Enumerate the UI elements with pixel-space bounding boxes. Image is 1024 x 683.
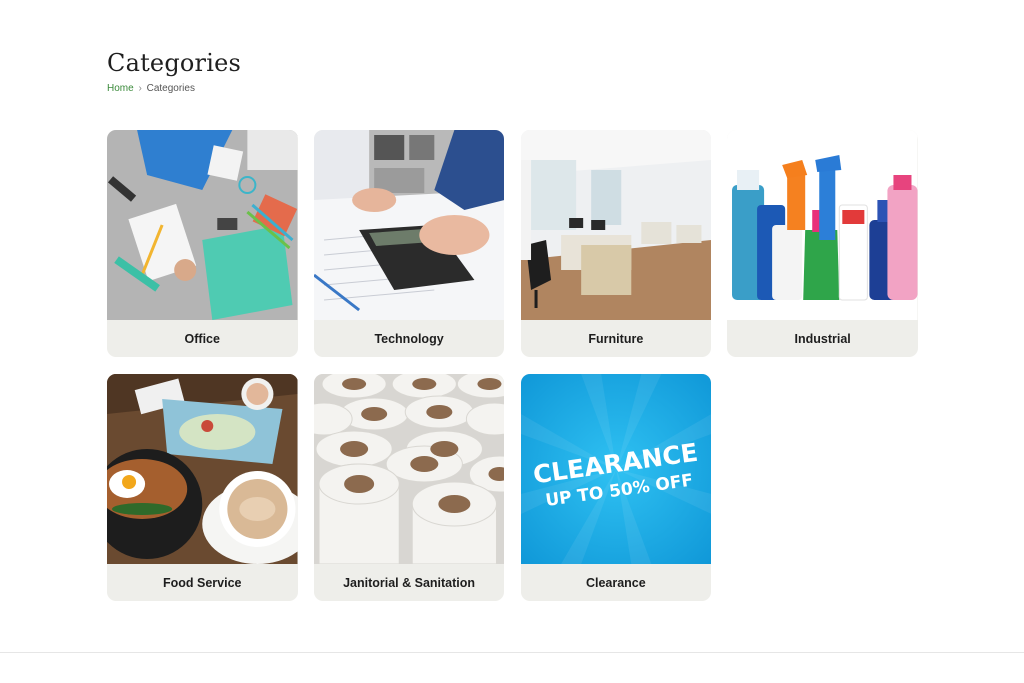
category-label: Furniture	[588, 331, 644, 346]
breadcrumb-current: Categories	[146, 83, 195, 94]
category-card-industrial[interactable]: Industrial	[727, 130, 918, 357]
category-label: Janitorial & Sanitation	[343, 575, 476, 590]
cleaning-bottles-image	[727, 130, 918, 320]
category-card-furniture[interactable]: Furniture	[520, 130, 712, 357]
breadcrumb: Home › Categories	[107, 83, 195, 94]
footer-divider	[0, 652, 1024, 653]
office-supplies-image	[107, 130, 298, 320]
paper-rolls-image	[313, 374, 505, 564]
calculator-desk-image	[313, 130, 505, 320]
category-label: Clearance	[585, 575, 646, 590]
clearance-banner-image: CLEARANCE UP TO 50% OFF	[520, 374, 712, 564]
category-label: Office	[184, 331, 220, 346]
category-card-office[interactable]: Office	[107, 130, 298, 357]
category-label: Food Service	[163, 575, 242, 590]
breadcrumb-home-link[interactable]: Home	[107, 83, 134, 94]
breadcrumb-separator: ›	[138, 83, 142, 94]
breakfast-table-image	[107, 374, 298, 564]
category-card-food-service[interactable]: Food Service	[107, 374, 298, 601]
category-label: Industrial	[794, 331, 851, 346]
category-card-janitorial-sanitation[interactable]: Janitorial & Sanitation	[313, 374, 505, 601]
category-label: Technology	[374, 331, 444, 346]
category-grid: Office Technology Furniture Industrial F…	[107, 130, 919, 601]
page-title: Categories	[107, 49, 241, 77]
category-card-clearance[interactable]: CLEARANCE UP TO 50% OFF Clearance	[520, 374, 712, 601]
open-office-image	[520, 130, 712, 320]
category-card-technology[interactable]: Technology	[313, 130, 505, 357]
